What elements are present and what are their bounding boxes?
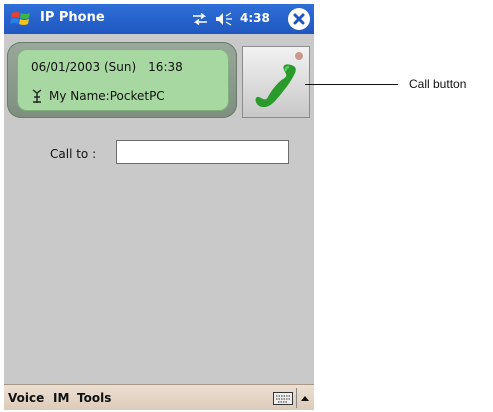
close-button[interactable] (288, 8, 310, 30)
menu-im[interactable]: IM (53, 391, 69, 405)
title-bar: IP Phone 4:38 (4, 4, 314, 34)
menu-voice[interactable]: Voice (8, 391, 44, 405)
call-button-callout-label: Call button (409, 77, 467, 91)
bottom-menu-bar: Voice IM Tools (4, 384, 314, 410)
time-text: 16:38 (148, 60, 183, 74)
my-name-text: My Name:PocketPC (49, 89, 165, 103)
volume-icon[interactable] (215, 12, 233, 26)
status-indicator-dot (295, 52, 303, 60)
phone-handset-icon (255, 64, 296, 108)
up-arrow-icon[interactable] (300, 394, 310, 402)
status-panel: 06/01/2003 (Sun) 16:38 My Name:PocketPC (17, 49, 229, 111)
call-to-label: Call to : (50, 147, 97, 161)
close-icon (293, 13, 305, 25)
status-panel-frame: 06/01/2003 (Sun) 16:38 My Name:PocketPC (7, 42, 237, 118)
call-to-input[interactable] (116, 140, 289, 164)
date-time-line: 06/01/2003 (Sun) 16:38 (31, 60, 183, 74)
windows-start-icon[interactable] (10, 8, 32, 30)
call-button[interactable] (242, 46, 310, 118)
date-text: 06/01/2003 (Sun) (31, 60, 137, 74)
clock[interactable]: 4:38 (240, 11, 270, 25)
sip-divider (296, 388, 297, 408)
app-title: IP Phone (40, 10, 105, 25)
ip-phone-screen: IP Phone 4:38 06/01/2003 (Sun) 16:38 My N… (4, 4, 314, 410)
keyboard-icon[interactable] (273, 392, 293, 405)
menu-tools[interactable]: Tools (77, 391, 111, 405)
sync-icon[interactable] (192, 13, 208, 25)
callout-line (305, 84, 398, 85)
antenna-icon (32, 89, 42, 103)
